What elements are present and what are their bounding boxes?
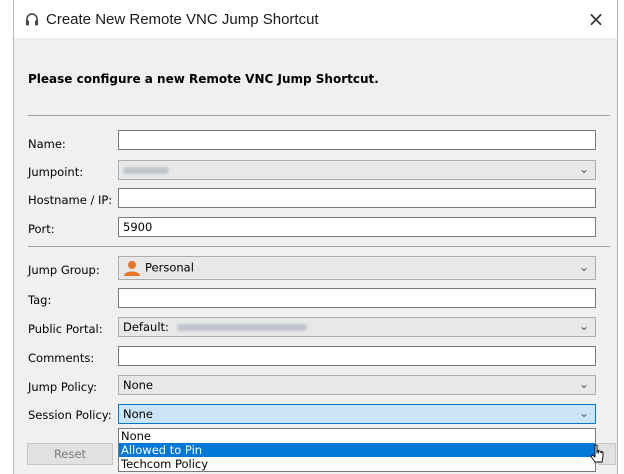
chevron-down-icon: ⌄ xyxy=(578,162,589,176)
session-policy-dropdown: None Allowed to Pin Techcom Policy xyxy=(118,428,596,472)
chevron-down-icon: ⌄ xyxy=(578,260,589,274)
window-title: Create New Remote VNC Jump Shortcut xyxy=(46,11,319,28)
dropdown-option[interactable]: Techcom Policy xyxy=(119,457,595,471)
title-bar: Create New Remote VNC Jump Shortcut × xyxy=(14,0,617,38)
close-button[interactable]: × xyxy=(583,6,609,32)
hostname-label: Hostname / IP: xyxy=(28,193,113,207)
headset-icon xyxy=(26,13,38,26)
dropdown-option-highlighted[interactable]: Allowed to Pin xyxy=(119,443,595,457)
port-input[interactable]: 5900 xyxy=(118,217,596,237)
mouse-pointer-icon xyxy=(590,444,604,463)
jump-group-value: Personal xyxy=(145,260,194,275)
divider xyxy=(28,115,610,116)
comments-input[interactable] xyxy=(118,346,596,366)
jump-group-select[interactable]: Personal ⌄ xyxy=(118,256,596,280)
public-portal-select[interactable]: Default: ⌄ xyxy=(118,317,596,337)
jump-policy-value: None xyxy=(123,378,154,392)
dialog: Create New Remote VNC Jump Shortcut × Pl… xyxy=(13,0,618,474)
reset-button[interactable]: Reset xyxy=(27,443,113,465)
dropdown-option[interactable]: None xyxy=(119,429,595,443)
chevron-down-icon: ⌄ xyxy=(578,377,589,391)
jumpoint-value-redacted xyxy=(123,167,169,174)
chevron-down-icon: ⌄ xyxy=(578,319,589,333)
jumpoint-label: Jumpoint: xyxy=(28,165,84,179)
comments-label: Comments: xyxy=(28,351,95,365)
jump-policy-label: Jump Policy: xyxy=(28,380,97,394)
session-policy-value: None xyxy=(123,407,154,421)
jump-policy-select[interactable]: None ⌄ xyxy=(118,375,596,395)
tag-input[interactable] xyxy=(118,288,596,308)
jumpoint-select[interactable]: ⌄ xyxy=(118,160,596,180)
port-label: Port: xyxy=(28,222,55,236)
name-label: Name: xyxy=(28,137,66,151)
tag-label: Tag: xyxy=(28,293,52,307)
close-icon: × xyxy=(587,7,605,31)
divider xyxy=(28,246,610,247)
public-portal-label: Public Portal: xyxy=(28,322,103,336)
public-portal-prefix: Default: xyxy=(123,320,169,334)
hostname-input[interactable] xyxy=(118,188,596,208)
session-policy-label: Session Policy: xyxy=(28,408,112,422)
name-input[interactable] xyxy=(118,130,596,150)
person-icon xyxy=(124,261,140,276)
public-portal-value-redacted xyxy=(176,324,307,331)
jump-group-label: Jump Group: xyxy=(28,263,100,277)
form-heading: Please configure a new Remote VNC Jump S… xyxy=(28,72,379,86)
session-policy-select[interactable]: None ⌄ xyxy=(118,404,596,424)
chevron-down-icon: ⌄ xyxy=(578,406,589,420)
